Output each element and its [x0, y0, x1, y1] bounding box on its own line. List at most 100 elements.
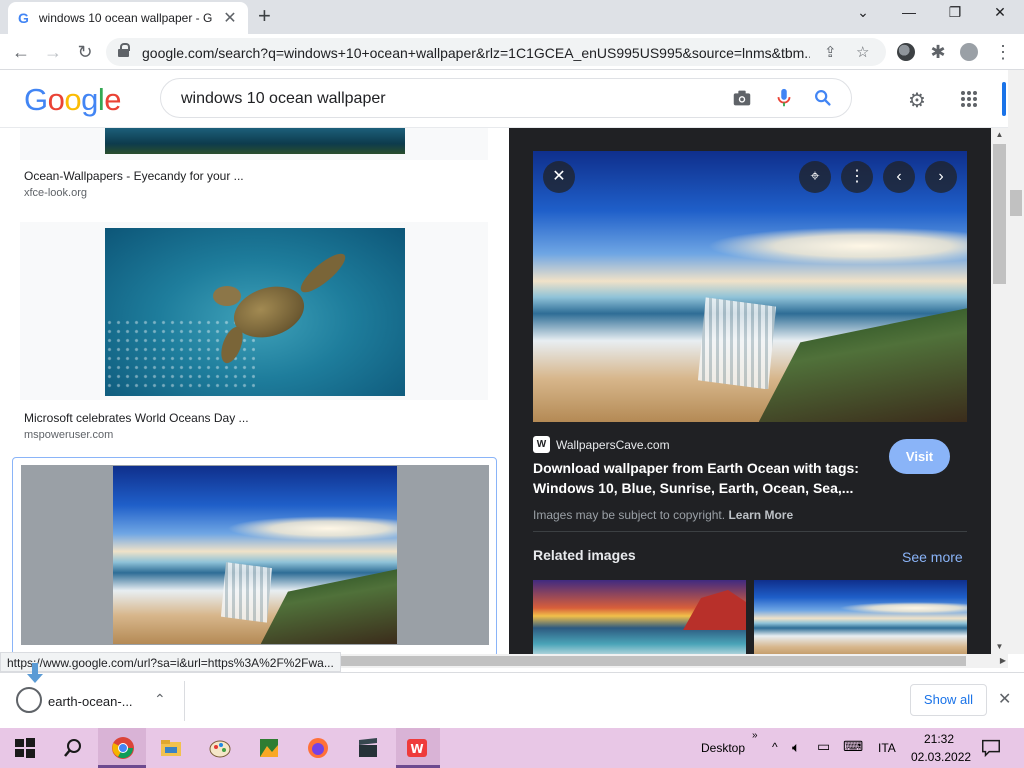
status-url-bubble: https://www.google.com/url?sa=i&url=http… [0, 652, 341, 672]
result-thumbnail[interactable] [105, 228, 405, 396]
show-all-button[interactable]: Show all [910, 684, 987, 716]
video-editor-icon[interactable] [355, 736, 381, 760]
network-icon[interactable]: ▭ [817, 738, 830, 755]
result-caption[interactable]: Microsoft celebrates World Oceans Day ..… [24, 411, 249, 425]
address-bar[interactable]: google.com/search?q=windows+10+ocean+wal… [106, 38, 886, 66]
logo-letter: o [47, 82, 65, 117]
paint-icon[interactable] [207, 736, 233, 760]
search-icon[interactable] [60, 736, 86, 760]
chevron-up-icon[interactable]: ⌃ [154, 691, 166, 708]
rock-decoration [683, 590, 746, 630]
divider [533, 531, 967, 532]
profile-icon[interactable] [960, 43, 978, 61]
firefox-icon[interactable] [305, 736, 331, 760]
input-language-indicator[interactable]: ITA [878, 741, 896, 755]
rocks-decoration [758, 308, 967, 422]
restore-icon[interactable]: ❐ [940, 4, 970, 21]
extension-globe-icon[interactable] [897, 43, 915, 61]
download-filename[interactable]: earth-ocean-... [48, 694, 133, 709]
search-box[interactable]: windows 10 ocean wallpaper [160, 78, 852, 118]
image-results-column: Ocean-Wallpapers - Eyecandy for your ...… [0, 128, 509, 654]
preview-source-name[interactable]: WallpapersCave.com [556, 438, 670, 452]
preview-source-row[interactable]: W WallpapersCave.com [533, 436, 670, 453]
browser-tab[interactable]: G windows 10 ocean wallpaper - G ✕ [8, 2, 248, 34]
forward-icon[interactable]: → [42, 41, 64, 63]
share-icon[interactable]: ⇪ [824, 43, 837, 61]
reload-icon[interactable]: ↻ [74, 41, 96, 63]
search-input[interactable]: windows 10 ocean wallpaper [181, 90, 386, 108]
next-icon[interactable]: › [925, 161, 957, 193]
account-sign-in-edge[interactable] [1002, 82, 1006, 116]
turtle-head [213, 286, 241, 306]
cloud-decoration [706, 226, 967, 265]
toolbar-expand-icon[interactable]: » [752, 730, 758, 741]
minimize-icon[interactable]: — [894, 4, 924, 20]
copyright-text: Images may be subject to copyright. [533, 508, 726, 522]
download-progress-icon[interactable] [16, 687, 42, 713]
star-icon[interactable]: ☆ [856, 43, 869, 61]
page-scrollbar[interactable] [1008, 70, 1024, 654]
logo-letter: e [104, 82, 122, 117]
extensions-icon[interactable]: ✱ [927, 41, 949, 63]
tab-title: windows 10 ocean wallpaper - G [38, 11, 213, 25]
related-image-thumbnail[interactable] [754, 580, 967, 654]
result-source[interactable]: xfce-look.org [24, 187, 87, 199]
wps-office-icon[interactable]: W [404, 736, 430, 760]
related-image-thumbnail[interactable] [533, 580, 746, 654]
search-icon[interactable] [812, 87, 834, 109]
new-tab-icon[interactable]: + [258, 3, 271, 29]
tab-search-chevron-icon[interactable]: ⌄ [848, 4, 878, 21]
google-logo[interactable]: Google [24, 82, 122, 118]
file-explorer-icon[interactable] [158, 736, 184, 760]
scroll-up-icon[interactable]: ▲ [991, 128, 1008, 142]
window-close-icon[interactable]: ✕ [985, 4, 1015, 21]
see-more-link[interactable]: See more [902, 549, 963, 565]
selected-result-thumbnail[interactable] [113, 466, 397, 644]
waterfall-decoration [697, 297, 777, 390]
result-card[interactable] [20, 222, 488, 400]
visit-button[interactable]: Visit [889, 439, 950, 474]
address-url[interactable]: google.com/search?q=windows+10+ocean+wal… [142, 45, 810, 61]
cloud-decoration [226, 515, 397, 541]
chrome-icon[interactable] [110, 736, 136, 760]
scroll-right-icon[interactable]: ▶ [1000, 654, 1006, 668]
keyboard-icon[interactable]: ⌨ [843, 738, 863, 755]
selected-result-card[interactable] [12, 457, 497, 654]
learn-more-link[interactable]: Learn More [728, 508, 793, 522]
menu-icon[interactable]: ⋮ [992, 41, 1014, 63]
photo-editor-icon[interactable] [256, 736, 282, 760]
notification-center-icon[interactable] [980, 736, 1002, 760]
preview-image[interactable]: ✕ ⌖ ⋮ ‹ › [533, 151, 967, 422]
page-scrollbar-thumb[interactable] [1010, 190, 1022, 216]
back-icon[interactable]: ← [10, 41, 32, 63]
rocks-decoration [260, 569, 397, 644]
waterfall-decoration [220, 562, 273, 623]
result-card[interactable] [20, 128, 488, 160]
tab-close-icon[interactable]: ✕ [222, 8, 238, 28]
result-thumbnail[interactable] [105, 128, 405, 154]
microphone-icon[interactable] [773, 87, 795, 109]
volume-icon[interactable]: 🔈︎ [792, 739, 800, 756]
lock-icon[interactable] [118, 43, 130, 57]
logo-letter: g [81, 82, 98, 117]
result-source[interactable]: mspoweruser.com [24, 429, 113, 441]
camera-icon[interactable] [731, 87, 753, 109]
close-shelf-icon[interactable]: ✕ [998, 689, 1011, 709]
apps-grid-icon[interactable] [960, 90, 978, 108]
lens-search-icon[interactable]: ⌖ [799, 161, 831, 193]
scrollbar-thumb[interactable] [993, 144, 1006, 284]
windows-start-icon[interactable] [12, 736, 38, 760]
clock-date[interactable]: 02.03.2022 [911, 750, 971, 764]
scroll-down-icon[interactable]: ▼ [991, 640, 1008, 654]
preview-scrollbar[interactable]: ▲ ▼ [991, 128, 1008, 654]
previous-icon[interactable]: ‹ [883, 161, 915, 193]
clock-time[interactable]: 21:32 [924, 732, 954, 746]
result-caption[interactable]: Ocean-Wallpapers - Eyecandy for your ... [24, 169, 244, 183]
windows-taskbar: W Desktop » ^ 🔈︎ ▭ ⌨ ITA 21:32 02.03.202… [0, 728, 1024, 768]
preview-title[interactable]: Download wallpaper from Earth Ocean with… [533, 458, 873, 498]
close-icon[interactable]: ✕ [543, 161, 575, 193]
desktop-toolbar-label[interactable]: Desktop [701, 741, 745, 755]
more-options-icon[interactable]: ⋮ [841, 161, 873, 193]
show-hidden-icons-icon[interactable]: ^ [772, 740, 778, 754]
settings-gear-icon[interactable]: ⚙ [908, 88, 926, 113]
